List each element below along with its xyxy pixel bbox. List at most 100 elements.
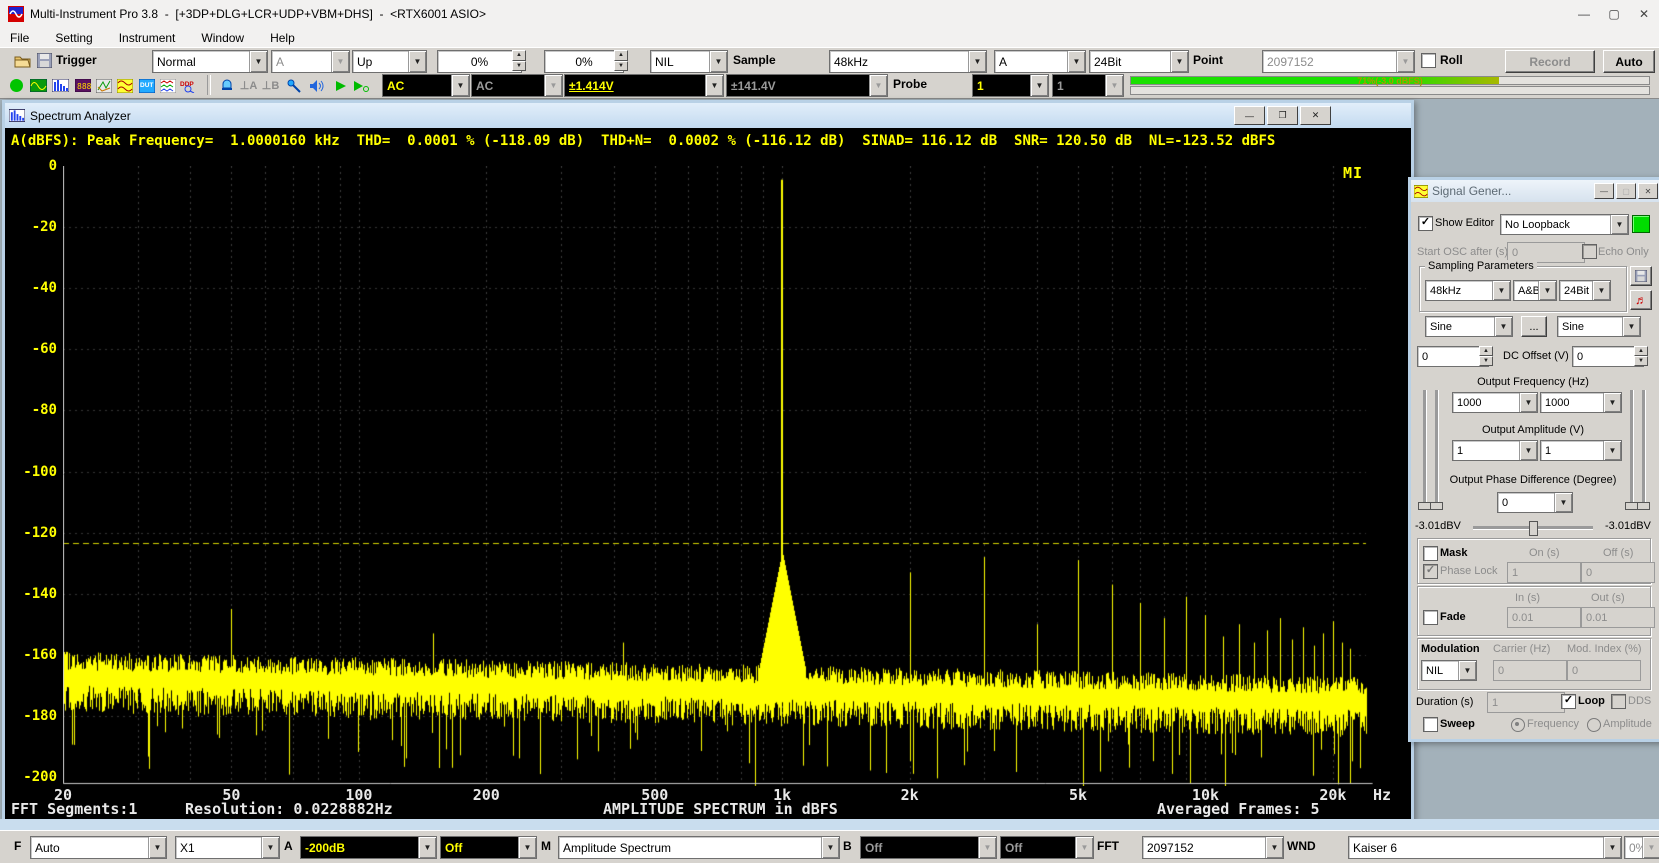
x-axis-unit: Hz bbox=[1373, 786, 1391, 804]
trigger-delay-input[interactable]: 0% bbox=[544, 50, 624, 73]
frequency-axis-select[interactable]: Auto▼ bbox=[30, 836, 167, 859]
close-icon[interactable]: ✕ bbox=[1629, 3, 1659, 25]
device-test-icon[interactable]: DUT bbox=[136, 75, 157, 96]
sample-rate-select[interactable]: 48kHz▼ bbox=[829, 50, 987, 73]
data-logger-icon[interactable] bbox=[157, 75, 178, 96]
trigger-level-input[interactable]: 0% bbox=[437, 50, 522, 73]
chevron-down-icon: ▼ bbox=[418, 837, 436, 858]
frequency-b-select[interactable]: 1000▼ bbox=[1540, 392, 1622, 413]
menu-file[interactable]: File bbox=[8, 30, 31, 46]
sweep-amplitude-radio bbox=[1587, 718, 1601, 732]
trigger-delay-stepper[interactable]: ▲▼ bbox=[614, 50, 628, 71]
waveform-b-select[interactable]: Sine▼ bbox=[1557, 316, 1641, 337]
save-waveform-icon[interactable] bbox=[1630, 266, 1652, 286]
play-record-icon[interactable] bbox=[350, 75, 371, 96]
x-tick-label: 5k bbox=[1069, 786, 1087, 804]
dc-offset-a-stepper[interactable]: ▲▼ bbox=[1479, 346, 1493, 365]
multimeter-icon[interactable]: 888 bbox=[72, 75, 93, 96]
sample-bits-select[interactable]: 24Bit▼ bbox=[1089, 50, 1189, 73]
open-file-icon[interactable] bbox=[12, 50, 33, 71]
mask-checkbox[interactable] bbox=[1423, 546, 1438, 561]
restore-icon[interactable]: ❐ bbox=[1267, 106, 1298, 125]
dc-offset-b-stepper[interactable]: ▲▼ bbox=[1634, 346, 1648, 365]
amplitude-slider-b1[interactable] bbox=[1630, 390, 1633, 508]
music-note-icon[interactable]: ♬ bbox=[1630, 290, 1652, 310]
phase-select[interactable]: 0▼ bbox=[1497, 492, 1573, 513]
speaker-icon[interactable] bbox=[306, 75, 327, 96]
auto-button[interactable]: Auto bbox=[1603, 50, 1655, 73]
close-icon[interactable]: ✕ bbox=[1638, 183, 1658, 199]
y-tick-label: -100 bbox=[9, 464, 57, 480]
close-icon[interactable]: ✕ bbox=[1300, 106, 1331, 125]
trigger-mode-select[interactable]: Normal▼ bbox=[152, 50, 268, 73]
toolbar-separator bbox=[207, 75, 211, 95]
frequency-a-select[interactable]: 1000▼ bbox=[1452, 392, 1538, 413]
trigger-edge-select[interactable]: Up▼ bbox=[352, 50, 427, 73]
spectrum-window-titlebar[interactable]: Spectrum Analyzer — ❐ ✕ bbox=[5, 103, 1411, 128]
measurement-mode-select[interactable]: Amplitude Spectrum▼ bbox=[558, 836, 840, 859]
more-options-button[interactable]: ... bbox=[1521, 316, 1547, 337]
balance-slider-thumb[interactable] bbox=[1529, 521, 1538, 536]
probe-cal-icon[interactable] bbox=[284, 75, 305, 96]
a-mode-select[interactable]: Off▼ bbox=[440, 836, 537, 859]
chevron-down-icon: ▼ bbox=[331, 51, 349, 72]
x-multiplier-select[interactable]: X1▼ bbox=[175, 836, 280, 859]
signal-generator-titlebar[interactable]: Signal Gener... — ▢ ✕ bbox=[1411, 180, 1659, 202]
maximize-icon[interactable]: ▢ bbox=[1599, 3, 1629, 25]
minimize-icon[interactable]: — bbox=[1234, 106, 1265, 125]
amplitude-slider-a2[interactable] bbox=[1435, 390, 1438, 508]
chevron-down-icon: ▼ bbox=[261, 837, 279, 858]
trigger-level-stepper[interactable]: ▲▼ bbox=[512, 50, 526, 71]
oscilloscope-icon[interactable] bbox=[28, 75, 49, 96]
amplitude-a-select[interactable]: 1▼ bbox=[1452, 440, 1538, 461]
minimize-icon[interactable]: — bbox=[1594, 183, 1614, 199]
gen-bits-select[interactable]: 24Bit▼ bbox=[1559, 280, 1611, 301]
fade-checkbox[interactable] bbox=[1423, 610, 1438, 625]
ddp-viewer-icon[interactable]: DDP bbox=[178, 75, 199, 96]
show-editor-checkbox[interactable]: ✓ bbox=[1418, 216, 1433, 231]
a-range-select[interactable]: -200dB▼ bbox=[300, 836, 437, 859]
amplitude-b-select[interactable]: 1▼ bbox=[1540, 440, 1622, 461]
sweep-checkbox[interactable] bbox=[1423, 717, 1438, 732]
sample-channel-select[interactable]: A▼ bbox=[994, 50, 1086, 73]
modulation-type-select[interactable]: NIL▼ bbox=[1421, 660, 1477, 681]
coupling-a-select[interactable]: AC▼ bbox=[382, 74, 470, 97]
range-a-select[interactable]: ±1.414V▼ bbox=[564, 74, 724, 97]
save-icon[interactable] bbox=[34, 50, 55, 71]
slider-thumb[interactable] bbox=[1637, 502, 1650, 510]
carrier-input: 0 bbox=[1493, 660, 1567, 681]
menu-window[interactable]: Window bbox=[199, 30, 246, 46]
title-bar: Multi-Instrument Pro 3.8 - [+3DP+DLG+LCR… bbox=[0, 0, 1659, 29]
gen-channels-select[interactable]: A&B▼ bbox=[1513, 280, 1557, 301]
waveform-a-select[interactable]: Sine▼ bbox=[1425, 316, 1513, 337]
loopback-select[interactable]: No Loopback▼ bbox=[1500, 214, 1629, 235]
signal-generator-icon[interactable] bbox=[114, 75, 135, 96]
minimize-icon[interactable]: — bbox=[1569, 3, 1599, 25]
window-function-select[interactable]: Kaiser 6▼ bbox=[1348, 836, 1622, 859]
y-axis-labels: 0-20-40-60-80-100-120-140-160-180-200 bbox=[5, 128, 61, 816]
gen-sample-rate-select[interactable]: 48kHz▼ bbox=[1425, 280, 1511, 301]
y-tick-label: -160 bbox=[9, 647, 57, 663]
roll-checkbox[interactable] bbox=[1421, 53, 1436, 68]
menu-instrument[interactable]: Instrument bbox=[117, 30, 178, 46]
a-label: A bbox=[284, 839, 293, 853]
generator-run-button[interactable] bbox=[1632, 215, 1650, 233]
spectrum-3d-icon[interactable] bbox=[93, 75, 114, 96]
menu-help[interactable]: Help bbox=[268, 30, 297, 46]
record-button: Record bbox=[1505, 50, 1595, 73]
amplitude-slider-a1[interactable] bbox=[1423, 390, 1426, 508]
play-icon[interactable] bbox=[330, 75, 351, 96]
fft-size-select[interactable]: 2097152▼ bbox=[1142, 836, 1284, 859]
calibration-icon[interactable] bbox=[216, 75, 237, 96]
menu-setting[interactable]: Setting bbox=[53, 30, 94, 46]
chevron-down-icon: ▼ bbox=[408, 51, 426, 72]
amplitude-slider-b2[interactable] bbox=[1642, 390, 1645, 508]
spectrum-analyzer-icon[interactable] bbox=[50, 75, 71, 96]
probe-a-select[interactable]: 1▼ bbox=[972, 74, 1049, 97]
spectrum-plot[interactable] bbox=[63, 166, 1373, 786]
loop-checkbox[interactable]: ✓ bbox=[1561, 694, 1576, 709]
trigger-hpf-select[interactable]: NIL▼ bbox=[650, 50, 728, 73]
bottom-toolbar: F Auto▼ X1▼ A -200dB▼ Off▼ M Amplitude S… bbox=[0, 830, 1659, 863]
slider-thumb[interactable] bbox=[1430, 502, 1443, 510]
run-stop-icon[interactable] bbox=[6, 75, 27, 96]
